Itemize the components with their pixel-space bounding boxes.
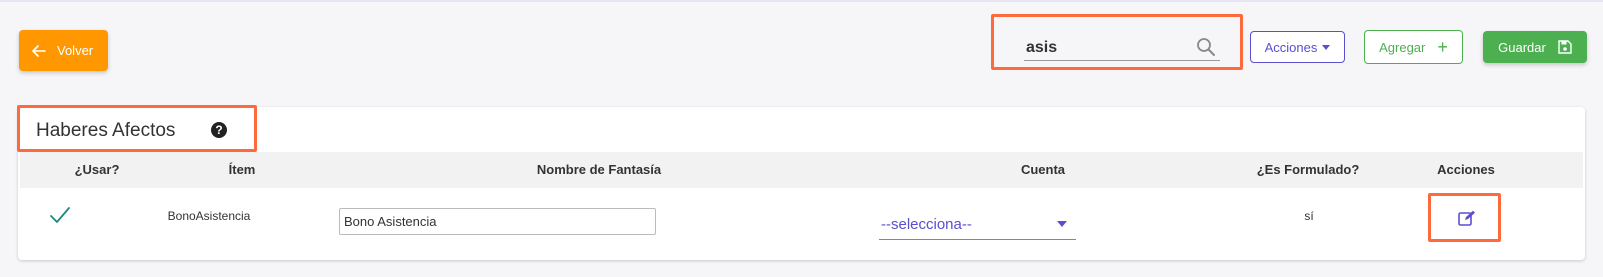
check-icon[interactable] <box>49 205 71 225</box>
search-icon[interactable] <box>1196 37 1216 57</box>
back-button-label: Volver <box>57 43 94 58</box>
column-header-item: Ítem <box>228 162 256 177</box>
plus-icon: + <box>1437 37 1448 57</box>
save-button[interactable]: Guardar <box>1483 31 1587 63</box>
top-border <box>0 0 1603 2</box>
save-button-label: Guardar <box>1498 39 1546 55</box>
column-header-nombre-fantasia: Nombre de Fantasía <box>536 162 662 177</box>
search-input[interactable] <box>1024 35 1220 61</box>
save-icon <box>1558 40 1572 54</box>
nombre-fantasia-input[interactable] <box>339 208 656 235</box>
actions-dropdown-button[interactable]: Acciones <box>1250 31 1345 63</box>
search-highlight <box>991 14 1243 70</box>
cuenta-select[interactable]: --selecciona-- <box>879 209 1076 240</box>
actions-button-label: Acciones <box>1264 39 1318 55</box>
help-icon[interactable]: ? <box>211 122 227 138</box>
back-button[interactable]: Volver <box>19 30 108 71</box>
add-button-label: Agregar <box>1379 39 1426 55</box>
card-title: Haberes Afectos <box>36 120 176 141</box>
cuenta-select-value: --selecciona-- <box>881 215 972 233</box>
caret-down-icon <box>1322 44 1331 50</box>
table-cell-item: BonoAsistencia <box>167 209 251 223</box>
column-header-usar: ¿Usar? <box>74 162 120 177</box>
column-header-acciones: Acciones <box>1437 162 1495 177</box>
column-header-es-formulado: ¿Es Formulado? <box>1256 162 1360 177</box>
table-cell-es-formulado: sí <box>1304 209 1314 223</box>
arrow-left-icon <box>32 44 46 57</box>
column-header-cuenta: Cuenta <box>1020 162 1066 177</box>
caret-down-icon <box>1057 221 1067 227</box>
edit-icon[interactable] <box>1458 210 1476 226</box>
add-button[interactable]: Agregar + <box>1364 30 1463 64</box>
